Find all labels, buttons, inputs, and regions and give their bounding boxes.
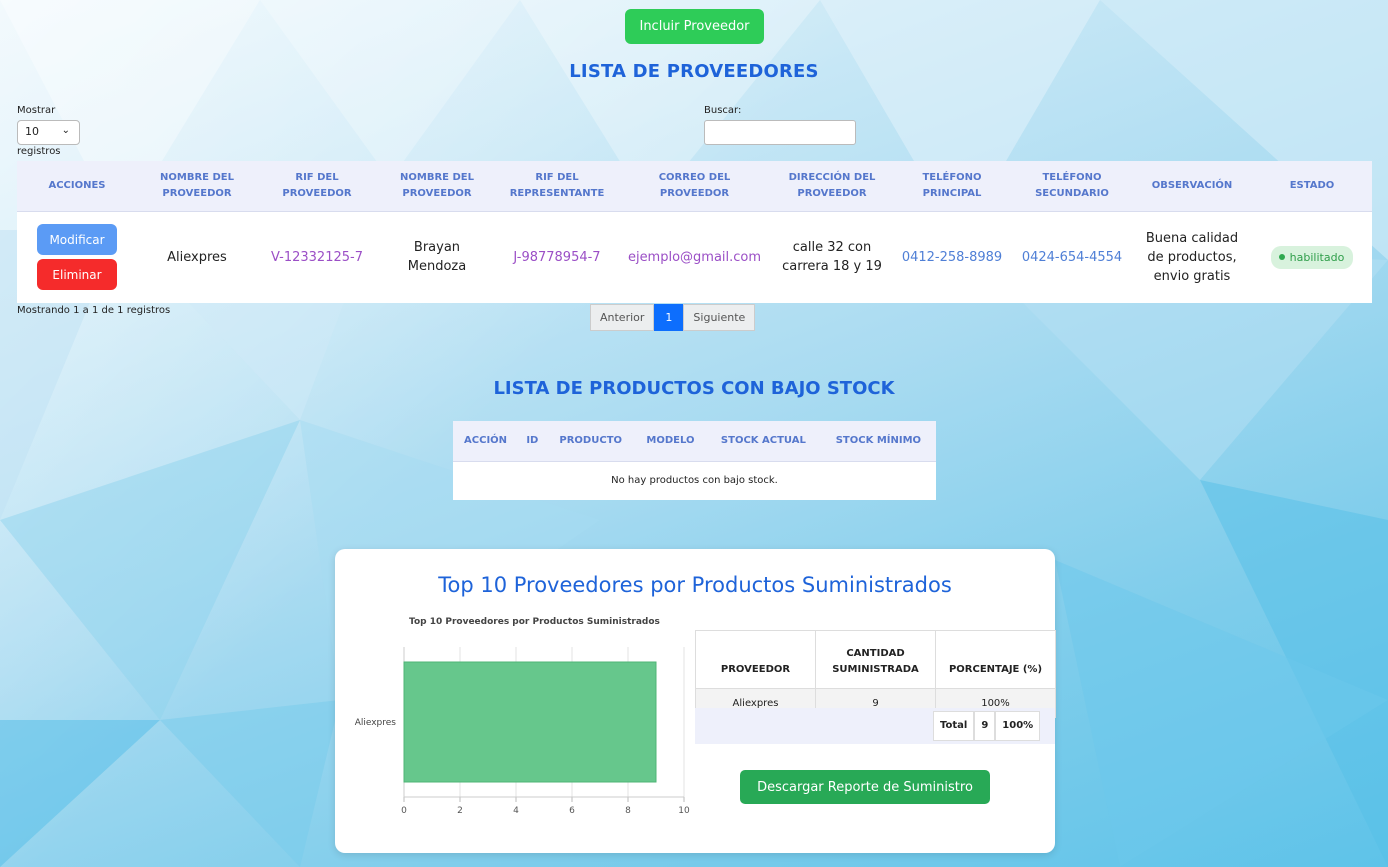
- chevron-down-icon: ⌄: [61, 125, 70, 136]
- column-header: PROVEEDOR: [695, 630, 816, 689]
- x-tick-label: 6: [569, 806, 575, 816]
- low-stock-title: LISTA DE PRODUCTOS CON BAJO STOCK: [493, 378, 895, 399]
- provider-name-cell: Aliexpres: [137, 211, 257, 303]
- column-header[interactable]: ID: [518, 421, 547, 462]
- column-header[interactable]: ACCIONES: [17, 161, 137, 212]
- x-tick-label: 2: [457, 806, 463, 816]
- top-providers-chart: Top 10 Proveedores por Productos Suminis…: [355, 617, 690, 816]
- download-report-button[interactable]: Descargar Reporte de Suministro: [740, 770, 990, 804]
- chart-title: Top 10 Proveedores por Productos Suminis…: [409, 617, 660, 627]
- page: Incluir Proveedor LISTA DE PROVEEDORES M…: [0, 0, 1388, 867]
- top-providers-title: Top 10 Proveedores por Productos Suminis…: [438, 573, 952, 597]
- search-label: Buscar:: [704, 105, 742, 116]
- column-header[interactable]: STOCK MÍNIMO: [820, 421, 936, 462]
- actions-cell: Modificar Eliminar: [17, 211, 137, 303]
- page-length-value: 10: [25, 125, 39, 138]
- table-info: Mostrando 1 a 1 de 1 registros: [17, 305, 171, 316]
- status-label: habilitado: [1289, 250, 1345, 264]
- low-stock-header-row: ACCIÓN ID PRODUCTO MODELO STOCK ACTUAL S…: [453, 421, 936, 462]
- table-row: Modificar Eliminar Aliexpres V-12332125-…: [17, 211, 1372, 303]
- column-header[interactable]: TELÉFONO SECUNDARIO: [1012, 161, 1132, 212]
- email-cell: ejemplo@gmail.com: [617, 211, 772, 303]
- column-header[interactable]: STOCK ACTUAL: [706, 421, 821, 462]
- empty-message: No hay productos con bajo stock.: [453, 461, 936, 500]
- observation-cell: Buena calidad de productos, envio gratis: [1132, 211, 1252, 303]
- total-label: Total: [933, 711, 975, 741]
- representative-rif-cell: J-98778954-7: [497, 211, 617, 303]
- top-providers-card: Top 10 Proveedores por Productos Suminis…: [335, 549, 1056, 853]
- x-tick-label: 0: [401, 806, 407, 816]
- representative-name-cell: Brayan Mendoza: [377, 211, 497, 303]
- column-header[interactable]: RIF DEL REPRESENTANTE: [497, 161, 617, 212]
- y-category-label: Aliexpres: [355, 718, 397, 728]
- modify-button[interactable]: Modificar: [37, 224, 117, 256]
- delete-button[interactable]: Eliminar: [37, 259, 117, 291]
- x-tick-label: 10: [678, 806, 690, 816]
- include-provider-button[interactable]: Incluir Proveedor: [625, 9, 764, 44]
- pagination-prev[interactable]: Anterior: [590, 304, 655, 331]
- column-header[interactable]: PRODUCTO: [546, 421, 635, 462]
- address-cell: calle 32 con carrera 18 y 19: [772, 211, 892, 303]
- low-stock-table: ACCIÓN ID PRODUCTO MODELO STOCK ACTUAL S…: [453, 421, 936, 500]
- column-header[interactable]: DIRECCIÓN DEL PROVEEDOR: [772, 161, 892, 212]
- provider-rif-cell: V-12332125-7: [257, 211, 377, 303]
- summary-total-row: Total 9 100%: [695, 708, 1055, 744]
- total-box: Total 9 100%: [933, 711, 1041, 741]
- length-label-before: Mostrar: [17, 105, 56, 116]
- summary-header-row: PROVEEDOR CANTIDAD SUMINISTRADA PORCENTA…: [695, 630, 1056, 689]
- column-header[interactable]: TELÉFONO PRINCIPAL: [892, 161, 1012, 212]
- column-header[interactable]: RIF DEL PROVEEDOR: [257, 161, 377, 212]
- total-percent: 100%: [995, 711, 1041, 741]
- summary-table: PROVEEDOR CANTIDAD SUMINISTRADA PORCENTA…: [695, 630, 1056, 718]
- length-label-after: registros: [17, 146, 61, 157]
- total-quantity: 9: [974, 711, 996, 741]
- search-input[interactable]: [704, 120, 856, 145]
- column-header[interactable]: NOMBRE DEL PROVEEDOR: [137, 161, 257, 212]
- providers-title: LISTA DE PROVEEDORES: [569, 61, 819, 82]
- column-header[interactable]: NOMBRE DEL PROVEEDOR: [377, 161, 497, 212]
- column-header[interactable]: OBSERVACIÓN: [1132, 161, 1252, 212]
- column-header[interactable]: ACCIÓN: [453, 421, 519, 462]
- pagination: Anterior 1 Siguiente: [590, 304, 756, 331]
- column-header: CANTIDAD SUMINISTRADA: [815, 630, 936, 689]
- phone-secondary-cell: 0424-654-4554: [1012, 211, 1132, 303]
- status-dot-icon: [1278, 253, 1285, 260]
- status-badge: habilitado: [1270, 245, 1354, 269]
- phone-main-cell: 0412-258-8989: [892, 211, 1012, 303]
- bar: [403, 661, 657, 783]
- column-header[interactable]: CORREO DEL PROVEEDOR: [617, 161, 772, 212]
- column-header: PORCENTAJE (%): [935, 630, 1056, 689]
- pagination-page-1[interactable]: 1: [654, 304, 684, 331]
- providers-header-row: ACCIONES NOMBRE DEL PROVEEDOR RIF DEL PR…: [17, 161, 1372, 212]
- pagination-next[interactable]: Siguiente: [683, 304, 756, 331]
- page-length-select[interactable]: 10 ⌄: [17, 120, 80, 145]
- column-header[interactable]: ESTADO: [1252, 161, 1372, 212]
- table-row: No hay productos con bajo stock.: [453, 461, 936, 500]
- x-tick-label: 8: [625, 806, 631, 816]
- x-tick-label: 4: [513, 806, 519, 816]
- status-cell: habilitado: [1252, 211, 1372, 303]
- column-header[interactable]: MODELO: [634, 421, 707, 462]
- providers-table: ACCIONES NOMBRE DEL PROVEEDOR RIF DEL PR…: [17, 161, 1372, 303]
